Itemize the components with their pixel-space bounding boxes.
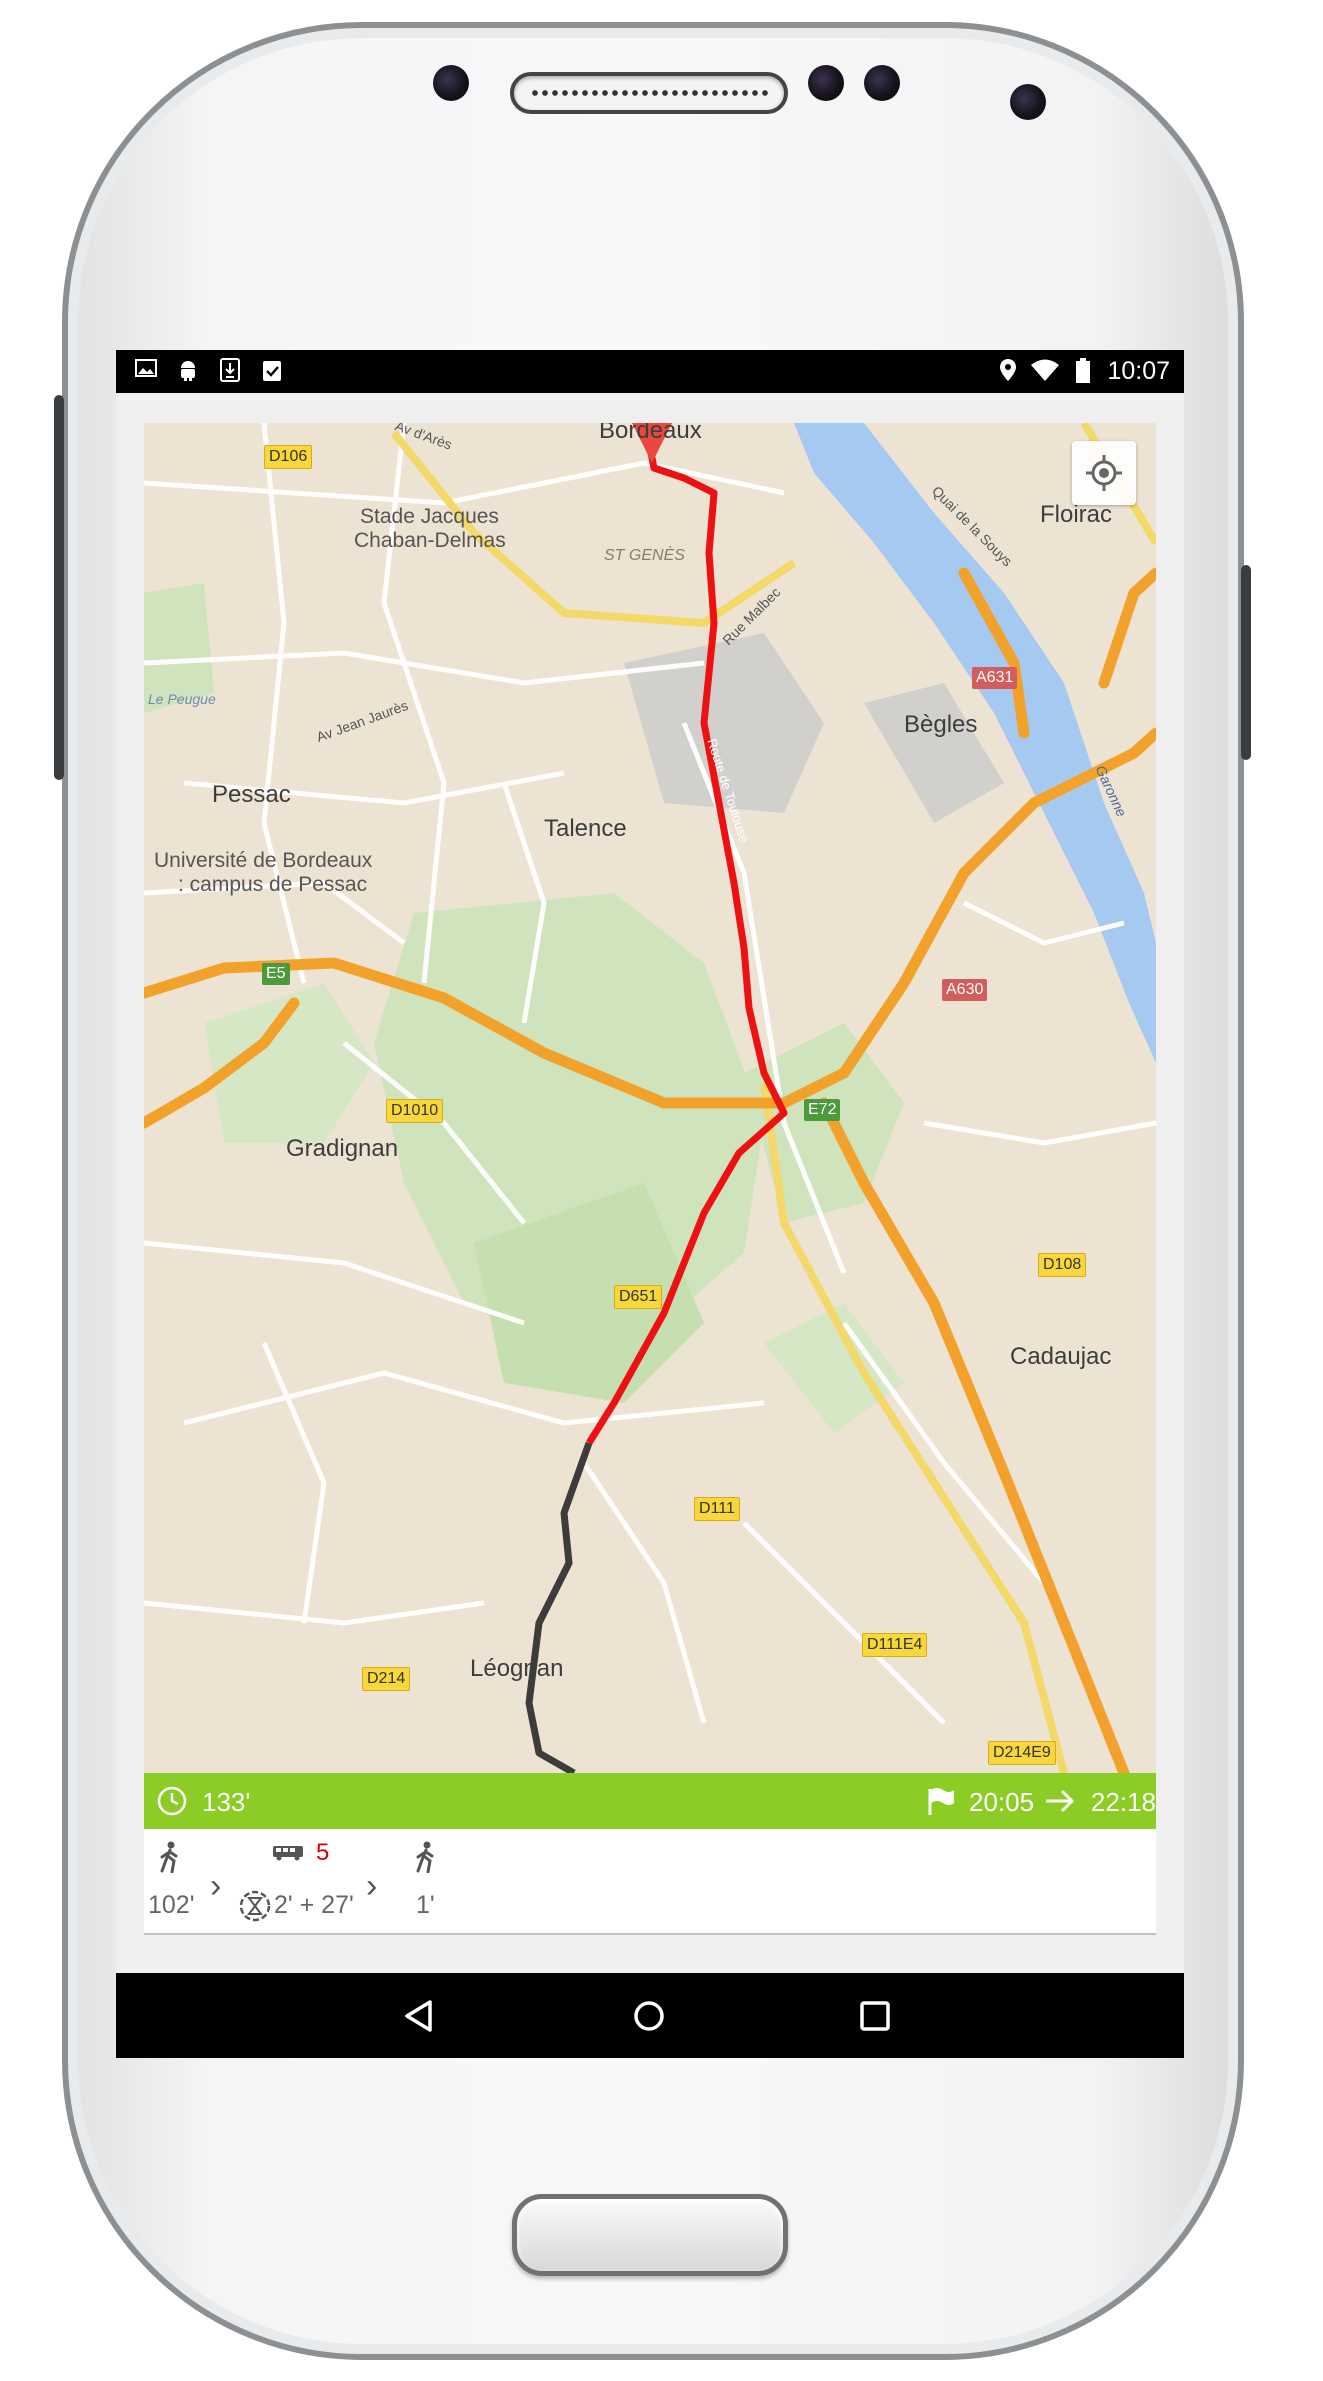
location-pin-icon [996,358,1020,384]
map-label-cadaujac: Cadaujac [1010,1343,1112,1370]
android-icon [176,358,200,384]
back-triangle-icon [405,2000,432,2032]
road-shield-e5: E5 [262,963,290,985]
map-label-bordeaux: Bordeaux [599,423,702,444]
my-location-button[interactable] [1072,441,1136,505]
front-sensor-2 [808,65,844,101]
clock: 10:07 [1107,357,1170,385]
step-bus-duration: 2' + 27' [274,1891,354,1919]
map-label-stade-2: Chaban-Delmas [354,529,506,552]
road-shield-d108: D108 [1038,1253,1087,1277]
back-button[interactable] [402,1999,436,2038]
road-shield-d111e4: D111E4 [862,1633,928,1657]
trip-duration: 133' [202,1787,251,1817]
recents-button[interactable] [858,1999,892,2038]
walk-icon [158,1841,182,1878]
arrow-right-icon [1044,1787,1076,1822]
screen: 10:07 Bordeaux Floirac Stade Jacques Cha… [116,350,1184,2058]
bus-icon [272,1845,304,1866]
clipboard-check-icon [260,358,284,384]
map-label-gradignan: Gradignan [286,1135,399,1162]
road-shield-e72: E72 [804,1099,841,1121]
download-icon [218,358,242,384]
chevron-right-icon: › [366,1867,378,1905]
home-button[interactable] [632,1999,666,2038]
map-label-begles: Bègles [904,711,978,738]
battery-icon [1074,358,1092,384]
app-content: Bordeaux Floirac Stade Jacques Chaban-De… [116,393,1184,1973]
home-circle-icon [634,2001,664,2031]
route-map[interactable]: Bordeaux Floirac Stade Jacques Chaban-De… [144,423,1156,1773]
step-walk-duration: 102' [148,1891,195,1919]
road-shield-d651: D651 [614,1285,663,1309]
road-shield-d106: D106 [264,445,313,469]
timer-icon [238,1889,272,1928]
bus-line-number: 5 [316,1839,330,1866]
chevron-right-icon: › [210,1867,222,1905]
home-hardware-button[interactable] [512,2194,788,2276]
front-sensor-3 [864,65,900,101]
recents-square-icon [860,2001,890,2031]
map-label-st-genes: ST GENÈS [604,547,685,564]
arrival-time: 22:18 [1090,1787,1156,1817]
front-sensor [433,65,469,101]
road-shield-a631: A631 [972,667,1018,689]
trip-steps[interactable]: 102' › 5 2' + 27' › 1' [144,1829,1156,1935]
road-shield-d1010: D1010 [386,1099,444,1123]
map-label-pessac: Pessac [212,781,291,808]
map-label-peugue: Le Peugue [148,691,216,707]
volume-button [1241,565,1251,760]
step-walk-final-duration: 1' [416,1891,435,1919]
road-shield-d111: D111 [694,1497,740,1521]
front-camera [1010,84,1046,120]
walk-icon [414,1841,438,1878]
wifi-icon [1030,358,1060,384]
image-icon [134,358,158,384]
departure-time: 20:05 [969,1787,1035,1817]
android-nav-bar [116,1973,1184,2058]
map-label-floirac: Floirac [1040,501,1113,528]
status-bar: 10:07 [116,350,1184,393]
trip-summary-bar[interactable]: 133' 20:05 22:18 [144,1773,1156,1829]
earpiece-speaker [510,72,788,114]
road-shield-a630: A630 [942,979,988,1001]
road-shield-d214: D214 [362,1667,411,1691]
flag-icon [924,1785,956,1824]
map-label-universite: Université de Bordeaux [154,849,373,872]
map-label-stade: Stade Jacques [360,505,499,528]
clock-icon [156,1785,188,1824]
map-label-leognan: Léognan [470,1655,564,1682]
crosshair-icon [1086,455,1122,491]
road-shield-d214e9: D214E9 [988,1741,1056,1765]
map-canvas [144,423,1156,1773]
map-label-campus: : campus de Pessac [178,873,368,896]
map-label-talence: Talence [544,815,627,842]
power-button [54,395,64,780]
walking-route-line [525,1441,593,1773]
